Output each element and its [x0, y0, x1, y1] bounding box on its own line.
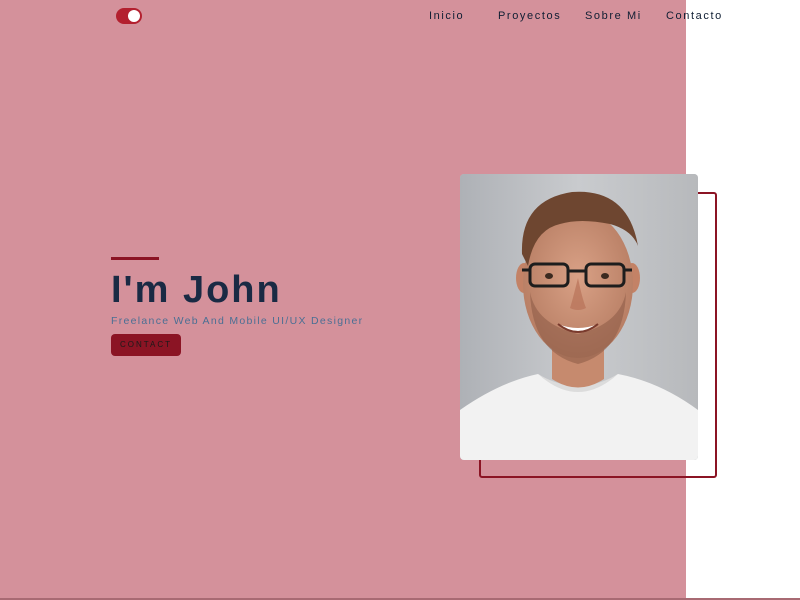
- portrait-photo: [460, 174, 698, 460]
- hero-subtitle: Freelance Web And Mobile UI/UX Designer: [111, 315, 364, 327]
- nav-item-contacto[interactable]: Contacto: [666, 10, 723, 22]
- toggle-knob: [128, 10, 140, 22]
- nav-item-sobre-mi[interactable]: Sobre Mi: [585, 10, 642, 22]
- contact-button[interactable]: CONTACT: [111, 334, 181, 356]
- nav-item-proyectos[interactable]: Proyectos: [498, 10, 561, 22]
- nav-item-inicio[interactable]: Inicio: [429, 10, 464, 22]
- hero-title: I'm John: [111, 269, 282, 311]
- theme-toggle[interactable]: [116, 8, 142, 24]
- title-accent-line: [111, 257, 159, 260]
- page: Inicio Proyectos Sobre Mi Contacto I'm J…: [0, 0, 800, 600]
